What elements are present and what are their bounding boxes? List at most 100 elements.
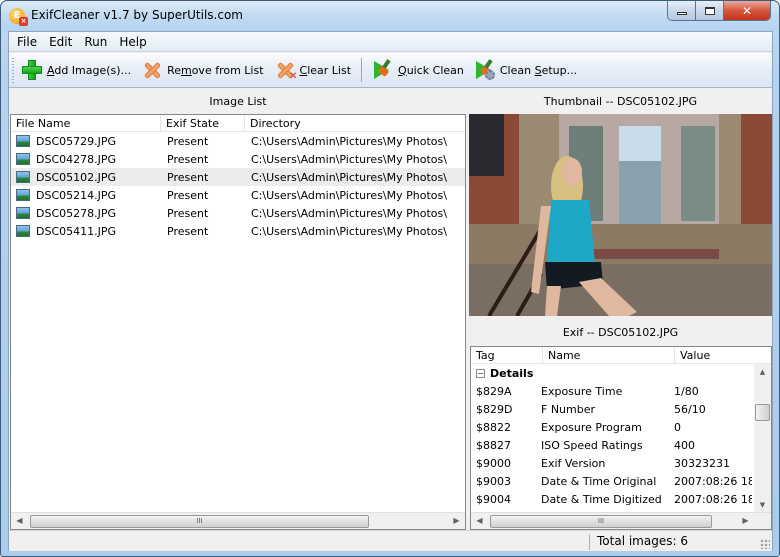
column-file-name[interactable]: File Name [11, 115, 161, 131]
exif-state: Present [167, 206, 209, 220]
exif-row[interactable]: $829A Exposure Time 1/80 [471, 382, 771, 400]
image-list-row[interactable]: DSC05214.JPG Present C:\Users\Admin\Pictur… [11, 186, 465, 204]
column-directory[interactable]: Directory [245, 115, 435, 131]
image-list-row[interactable]: DSC04278.JPG Present C:\Users\Admin\Pictur… [11, 150, 465, 168]
total-images-status: Total images: 6 [597, 534, 688, 548]
image-list-row[interactable]: DSC05729.JPG Present C:\Users\Admin\Pictur… [11, 132, 465, 150]
exif-name: Date & Time Digitized [541, 492, 662, 506]
minimize-button[interactable] [668, 1, 696, 20]
image-list-header: File Name Exif State Directory [11, 115, 465, 132]
scroll-up-arrow[interactable]: ▲ [754, 364, 771, 380]
exif-name: Date & Time Original [541, 474, 657, 488]
exif-list[interactable]: Tag Name Value − Details $829A Exposure T… [470, 346, 772, 530]
scroll-left-arrow[interactable]: ◀ [471, 513, 488, 529]
exif-name: Exposure Program [541, 420, 642, 434]
exif-state: Present [167, 188, 209, 202]
exif-row[interactable]: $9003 Date & Time Original 2007:08:26 18: [471, 472, 771, 490]
green-plus-icon [21, 59, 43, 81]
client-area: File Edit Run Help Add Image(s)... Remov… [8, 31, 773, 551]
toolbar-grip[interactable] [12, 58, 14, 83]
title-bar[interactable]: E × ExifCleaner v1.7 by SuperUtils.com ✕ [1, 1, 779, 31]
exif-tag: $8827 [476, 438, 511, 452]
menu-file[interactable]: File [11, 33, 43, 51]
app-window: E × ExifCleaner v1.7 by SuperUtils.com ✕ … [0, 0, 780, 557]
exif-value: 2007:08:26 18: [674, 474, 752, 488]
orange-x-icon [141, 59, 163, 81]
image-file-icon [16, 135, 30, 147]
directory: C:\Users\Admin\Pictures\My Photos\ [251, 170, 447, 184]
toolbar-separator [361, 58, 363, 82]
exif-title: Exif -- DSC05102.JPG [562, 326, 679, 339]
app-logo-icon: E × [9, 8, 28, 26]
resize-grip[interactable] [760, 539, 770, 549]
scroll-right-arrow[interactable]: ▶ [448, 513, 465, 529]
clean-setup-button[interactable]: Clean Setup... [470, 57, 581, 83]
remove-from-list-label: Remove from List [167, 63, 264, 77]
exif-vscroll-thumb[interactable] [755, 404, 770, 421]
collapse-toggle-icon[interactable]: − [476, 368, 485, 378]
image-list-row[interactable]: DSC05102.JPG Present C:\Users\Admin\Pictur… [11, 168, 465, 186]
exif-tag: $9004 [476, 492, 511, 506]
scroll-thumb[interactable]: III [490, 515, 712, 528]
scroll-down-arrow[interactable]: ▼ [754, 497, 771, 513]
menu-help[interactable]: Help [113, 33, 152, 51]
file-name: DSC05729.JPG [36, 134, 117, 148]
minimize-icon [676, 12, 687, 15]
image-list-row[interactable]: DSC05411.JPG Present C:\Users\Admin\Pictur… [11, 222, 465, 240]
image-list-hscrollbar[interactable]: ◀ III ▶ [11, 512, 465, 529]
exif-row[interactable]: $8822 Exposure Program 0 [471, 418, 771, 436]
clear-list-label: Clear List [299, 63, 352, 77]
exif-group-details[interactable]: − Details [471, 364, 771, 382]
scroll-right-arrow[interactable]: ▶ [737, 513, 754, 529]
exif-hscrollbar[interactable]: ◀ III ▶ [471, 512, 771, 529]
close-icon: ✕ [741, 3, 753, 18]
quick-clean-button[interactable]: Quick Clean [368, 57, 468, 83]
directory: C:\Users\Admin\Pictures\My Photos\ [251, 134, 447, 148]
scroll-thumb[interactable]: III [30, 515, 369, 528]
exif-list-rows: $829A Exposure Time 1/80 $829D F Number 56/10… [471, 382, 771, 508]
exif-tag: $829D [476, 402, 513, 416]
exif-row[interactable]: $829D F Number 56/10 [471, 400, 771, 418]
remove-from-list-button[interactable]: Remove from List [137, 57, 267, 83]
file-name: DSC04278.JPG [36, 152, 117, 166]
image-file-icon [16, 225, 30, 237]
column-value[interactable]: Value [675, 347, 771, 363]
add-images-button[interactable]: Add Image(s)... [17, 57, 135, 83]
close-button[interactable]: ✕ [724, 1, 770, 20]
play-broom-icon [372, 59, 394, 81]
exif-state: Present [167, 224, 209, 238]
toolbar: Add Image(s)... Remove from List ✕ Clear… [9, 53, 772, 88]
column-tag[interactable]: Tag [471, 347, 543, 363]
image-list-row[interactable]: DSC05278.JPG Present C:\Users\Admin\Pictur… [11, 204, 465, 222]
exif-row[interactable]: $8827 ISO Speed Ratings 400 [471, 436, 771, 454]
exif-value: 30323231 [674, 456, 730, 470]
clear-list-button[interactable]: ✕ Clear List [270, 57, 356, 83]
image-list[interactable]: File Name Exif State Directory DSC05729.… [10, 114, 466, 530]
exif-state: Present [167, 170, 209, 184]
thumbnail-image [469, 114, 772, 316]
exif-vscrollbar[interactable]: ▲ ▼ [754, 364, 771, 513]
maximize-icon [704, 6, 715, 15]
menu-edit[interactable]: Edit [43, 33, 78, 51]
exif-state: Present [167, 152, 209, 166]
column-name[interactable]: Name [543, 347, 675, 363]
column-exif-state[interactable]: Exif State [161, 115, 245, 131]
image-list-title: Image List [209, 95, 267, 108]
clean-setup-label: Clean Setup... [499, 63, 578, 77]
maximize-button[interactable] [696, 1, 724, 20]
menu-run[interactable]: Run [78, 33, 113, 51]
image-file-icon [16, 171, 30, 183]
file-name: DSC05278.JPG [36, 206, 117, 220]
exif-row[interactable]: $9000 Exif Version 30323231 [471, 454, 771, 472]
scroll-left-arrow[interactable]: ◀ [11, 513, 28, 529]
exif-value: 56/10 [674, 402, 706, 416]
group-label: Details [490, 366, 534, 380]
play-broom-gear-icon [474, 59, 496, 81]
exif-tag: $829A [476, 384, 512, 398]
exif-state: Present [167, 134, 209, 148]
exif-row[interactable]: $9004 Date & Time Digitized 2007:08:26 18: [471, 490, 771, 508]
image-file-icon [16, 153, 30, 165]
thumbnail-title: Thumbnail -- DSC05102.JPG [543, 95, 698, 108]
window-title: ExifCleaner v1.7 by SuperUtils.com [31, 8, 243, 22]
exif-list-header: Tag Name Value [471, 347, 771, 364]
